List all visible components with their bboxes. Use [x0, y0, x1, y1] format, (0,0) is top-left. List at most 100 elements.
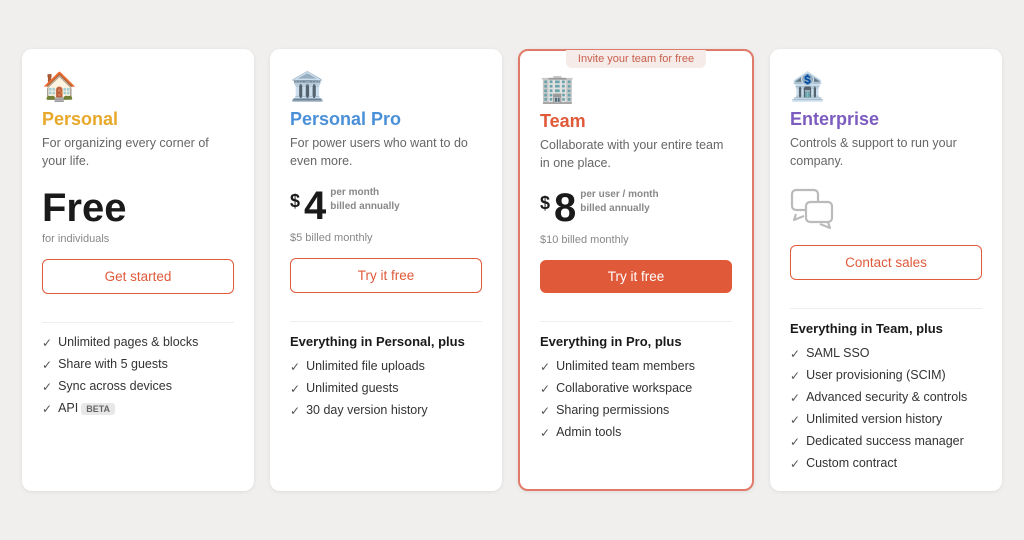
feature-text: Advanced security & controls — [806, 390, 967, 404]
beta-badge: BETA — [81, 403, 115, 415]
feature-item: ✓ Unlimited guests — [290, 381, 482, 396]
feature-item: ✓ Share with 5 guests — [42, 357, 234, 372]
price-label-personal: for individuals — [42, 233, 234, 245]
check-icon: ✓ — [540, 382, 550, 396]
feature-item: ✓ Admin tools — [540, 425, 732, 440]
plan-card-personal: 🏠 Personal For organizing every corner of … — [22, 49, 254, 491]
pricing-container: 🏠 Personal For organizing every corner of … — [22, 49, 1002, 491]
check-icon: ✓ — [790, 347, 800, 361]
price-sub-team: $10 billed monthly — [540, 234, 732, 246]
price-section-team: $ 8 per user / month billed annually — [540, 188, 732, 228]
plan-card-personal-pro: 🏛️ Personal Pro For power users who want t… — [270, 49, 502, 491]
divider-enterprise — [790, 308, 982, 309]
price-per: per month — [330, 186, 399, 200]
check-icon: ✓ — [790, 413, 800, 427]
check-icon: ✓ — [42, 402, 52, 416]
price-personal: Free — [42, 186, 234, 231]
check-icon: ✓ — [790, 391, 800, 405]
feature-text: Sync across devices — [58, 379, 172, 393]
feature-text: Unlimited pages & blocks — [58, 335, 198, 349]
check-icon: ✓ — [790, 457, 800, 471]
plan-desc-personal-pro: For power users who want to do even more… — [290, 134, 482, 170]
check-icon: ✓ — [540, 360, 550, 374]
feature-text: Dedicated success manager — [806, 434, 964, 448]
feature-text: Collaborative workspace — [556, 381, 692, 395]
check-icon: ✓ — [790, 435, 800, 449]
plan-icon-team: 🏢 — [540, 75, 732, 103]
feature-text: User provisioning (SCIM) — [806, 368, 946, 382]
price-per: per user / month — [580, 188, 658, 202]
divider-personal — [42, 322, 234, 323]
feature-item: ✓ APIBETA — [42, 401, 234, 416]
plan-icon-enterprise: 🏦 — [790, 73, 982, 101]
feature-list-personal: ✓ Unlimited pages & blocks ✓ Share with … — [42, 335, 234, 416]
check-icon: ✓ — [540, 404, 550, 418]
feature-item: ✓ 30 day version history — [290, 403, 482, 418]
feature-item: ✓ Dedicated success manager — [790, 434, 982, 449]
feature-list-personal-pro: ✓ Unlimited file uploads ✓ Unlimited gue… — [290, 359, 482, 418]
plan-name-personal: Personal — [42, 109, 234, 130]
features-label-team: Everything in Pro, plus — [540, 334, 732, 349]
price-amount: 4 — [304, 186, 326, 226]
feature-text: Custom contract — [806, 456, 897, 470]
feature-text: APIBETA — [58, 401, 115, 415]
check-icon: ✓ — [42, 358, 52, 372]
featured-badge: Invite your team for free — [566, 50, 706, 68]
feature-item: ✓ SAML SSO — [790, 346, 982, 361]
feature-text: Share with 5 guests — [58, 357, 168, 371]
plan-desc-team: Collaborate with your entire team in one… — [540, 136, 732, 172]
feature-item: ✓ Sync across devices — [42, 379, 234, 394]
check-icon: ✓ — [790, 369, 800, 383]
cta-button-enterprise[interactable]: Contact sales — [790, 245, 982, 280]
plan-card-enterprise: 🏦 Enterprise Controls & support to run you… — [770, 49, 1002, 491]
price-billing: billed annually — [330, 200, 399, 214]
feature-list-team: ✓ Unlimited team members ✓ Collaborative… — [540, 359, 732, 440]
check-icon: ✓ — [290, 382, 300, 396]
check-icon: ✓ — [42, 380, 52, 394]
plan-desc-personal: For organizing every corner of your life… — [42, 134, 234, 170]
plan-name-enterprise: Enterprise — [790, 109, 982, 130]
price-sub-personal-pro: $5 billed monthly — [290, 232, 482, 244]
check-icon: ✓ — [42, 336, 52, 350]
feature-text: Unlimited guests — [306, 381, 398, 395]
check-icon: ✓ — [540, 426, 550, 440]
check-icon: ✓ — [290, 360, 300, 374]
check-icon: ✓ — [290, 404, 300, 418]
enterprise-icon — [790, 186, 982, 237]
feature-text: SAML SSO — [806, 346, 869, 360]
divider-team — [540, 321, 732, 322]
price-amount: 8 — [554, 188, 576, 228]
feature-item: ✓ Custom contract — [790, 456, 982, 471]
price-billing: billed annually — [580, 202, 658, 216]
feature-text: 30 day version history — [306, 403, 428, 417]
divider-personal-pro — [290, 321, 482, 322]
feature-text: Admin tools — [556, 425, 621, 439]
feature-item: ✓ User provisioning (SCIM) — [790, 368, 982, 383]
plan-icon-personal: 🏠 — [42, 73, 234, 101]
feature-item: ✓ Unlimited pages & blocks — [42, 335, 234, 350]
plan-desc-enterprise: Controls & support to run your company. — [790, 134, 982, 170]
features-label-enterprise: Everything in Team, plus — [790, 321, 982, 336]
plan-name-personal-pro: Personal Pro — [290, 109, 482, 130]
price-section-personal-pro: $ 4 per month billed annually — [290, 186, 482, 226]
cta-button-personal[interactable]: Get started — [42, 259, 234, 294]
feature-text: Sharing permissions — [556, 403, 669, 417]
feature-item: ✓ Unlimited file uploads — [290, 359, 482, 374]
plan-icon-personal-pro: 🏛️ — [290, 73, 482, 101]
plan-name-team: Team — [540, 111, 732, 132]
feature-item: ✓ Sharing permissions — [540, 403, 732, 418]
feature-text: Unlimited team members — [556, 359, 695, 373]
feature-item: ✓ Unlimited version history — [790, 412, 982, 427]
feature-text: Unlimited version history — [806, 412, 942, 426]
cta-button-personal-pro[interactable]: Try it free — [290, 258, 482, 293]
plan-card-team: Invite your team for free 🏢 Team Collaborat… — [518, 49, 754, 491]
feature-item: ✓ Unlimited team members — [540, 359, 732, 374]
feature-list-enterprise: ✓ SAML SSO ✓ User provisioning (SCIM) ✓ … — [790, 346, 982, 471]
price-currency: $ — [290, 192, 300, 210]
feature-text: Unlimited file uploads — [306, 359, 425, 373]
price-currency: $ — [540, 194, 550, 212]
features-label-personal-pro: Everything in Personal, plus — [290, 334, 482, 349]
feature-item: ✓ Advanced security & controls — [790, 390, 982, 405]
feature-item: ✓ Collaborative workspace — [540, 381, 732, 396]
cta-button-team[interactable]: Try it free — [540, 260, 732, 293]
